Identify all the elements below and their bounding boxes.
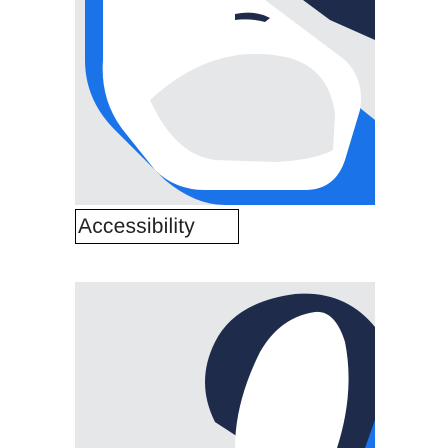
top-app-icon-tile[interactable] xyxy=(75,0,375,205)
bottom-app-icon-tile[interactable] xyxy=(75,282,375,448)
accessibility-label-box[interactable]: Accessibility xyxy=(75,209,239,244)
app-icon-partial xyxy=(75,282,375,448)
accessibility-app-icon xyxy=(75,0,375,205)
accessibility-label: Accessibility xyxy=(78,214,195,238)
